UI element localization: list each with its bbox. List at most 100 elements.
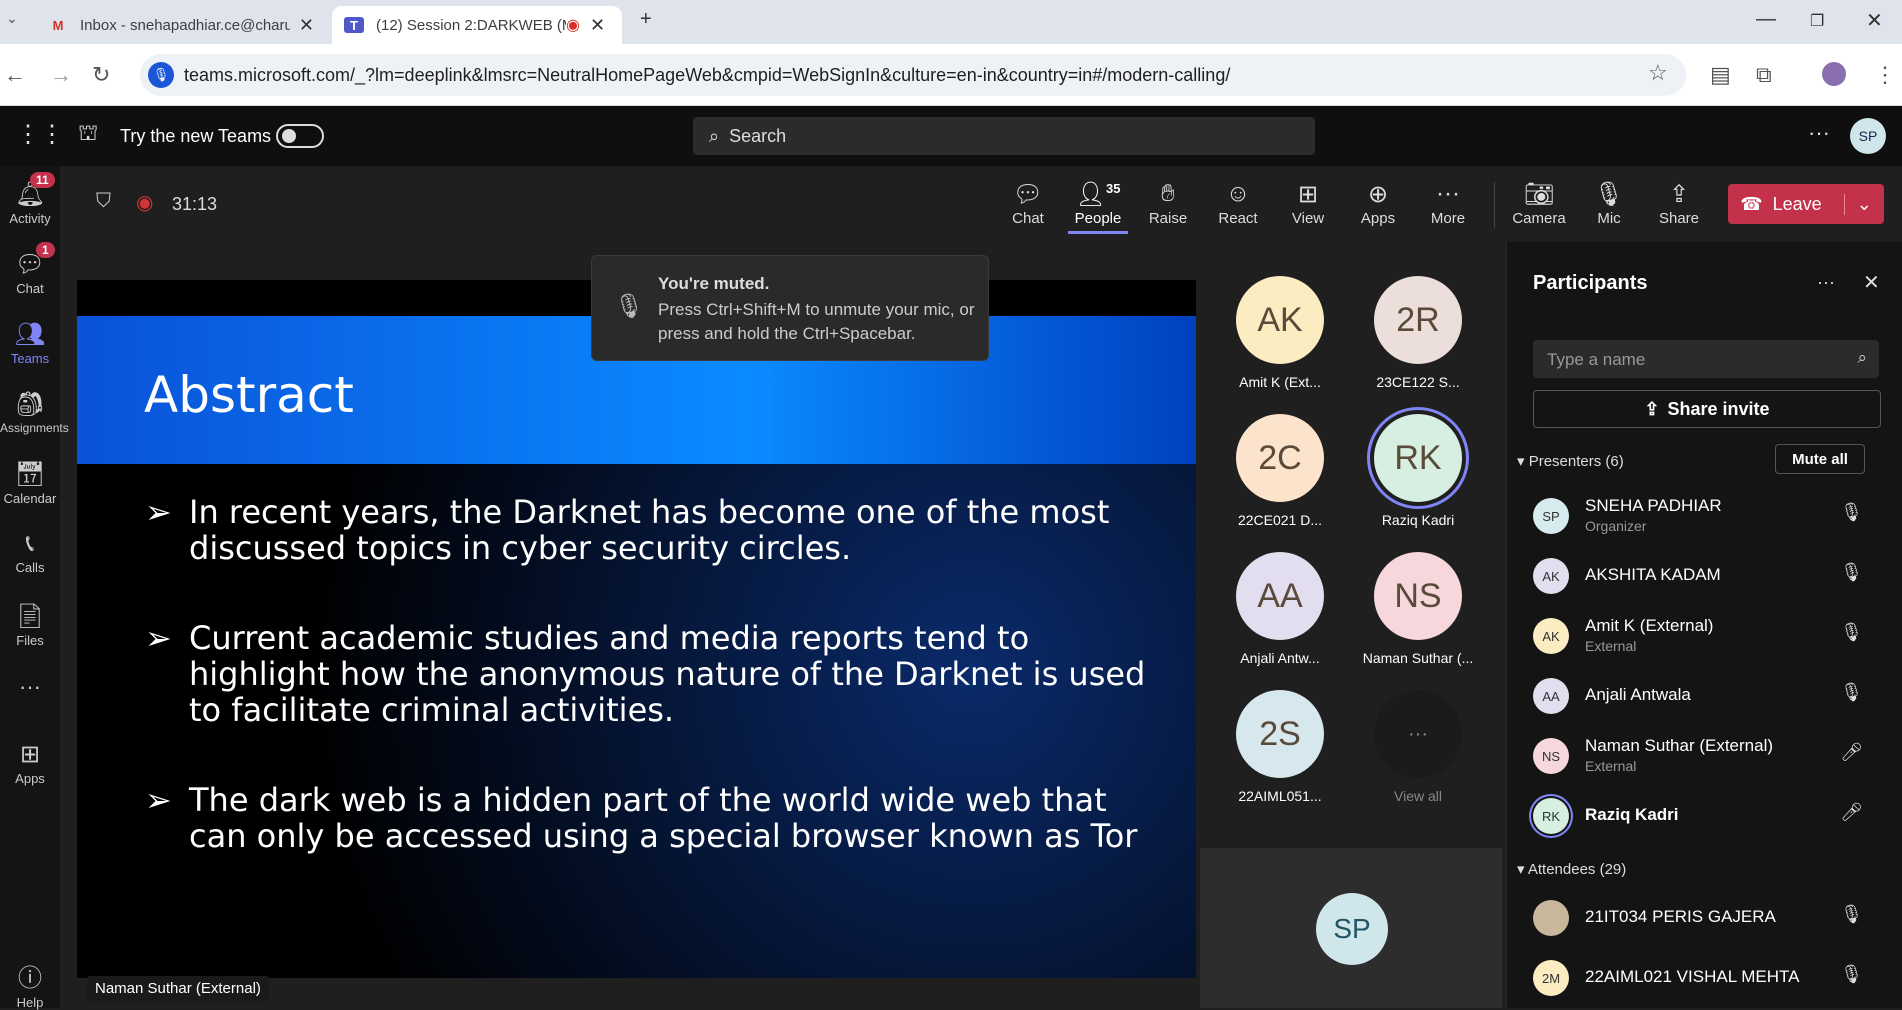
participant-name: 22AIML051...	[1238, 788, 1322, 804]
leave-button[interactable]: ☎︎ Leave ⌄	[1728, 184, 1884, 224]
more-button[interactable]: ··· More	[1418, 180, 1478, 227]
rail-item-teams[interactable]: 👥︎ Teams	[0, 320, 60, 366]
minimize-icon[interactable]: —	[1756, 8, 1776, 31]
participant-row[interactable]: RK Raziq Kadri 🎤︎	[1533, 788, 1883, 840]
avatar: 2M	[1533, 960, 1569, 996]
participant-row[interactable]: 21IT034 PERIS GAJERA 🎙︎	[1533, 890, 1883, 942]
avatar-initials: AK	[1542, 568, 1560, 584]
more-options-icon[interactable]: ···	[1817, 272, 1835, 293]
chat-button[interactable]: 💬︎ Chat	[998, 180, 1058, 227]
forward-icon[interactable]: →	[50, 62, 72, 88]
self-video-tile[interactable]: SP	[1200, 848, 1502, 1008]
url-field[interactable]: 🎙 teams.microsoft.com/_?lm=deeplink&lmsr…	[140, 54, 1686, 96]
window-close-icon[interactable]: ✕	[1866, 8, 1883, 33]
participant-tile[interactable]: AK Amit K (Ext...	[1211, 276, 1349, 390]
app-launcher-icon[interactable]: ⋮⋮	[16, 120, 64, 149]
participant-row[interactable]: AK AKSHITA KADAM 🎙︎	[1533, 548, 1883, 600]
mic-off-icon: 🎙︎	[1840, 562, 1863, 582]
participant-name: Raziq Kadri	[1585, 805, 1679, 824]
avatar: SP	[1533, 498, 1569, 534]
participant-tile[interactable]: RK Raziq Kadri	[1349, 414, 1487, 528]
browser-menu-icon[interactable]: ⋮	[1874, 62, 1896, 88]
share-button[interactable]: ⇪ Share	[1649, 180, 1709, 227]
participant-tile[interactable]: 2C 22CE021 D...	[1211, 414, 1349, 528]
avatar: RK	[1533, 798, 1569, 834]
presenters-section-header[interactable]: ▾ Presenters (6)	[1517, 452, 1624, 470]
participant-row[interactable]: AK Amit K (External) External 🎙︎	[1533, 608, 1883, 660]
raise-hand-button[interactable]: ✋︎ Raise	[1138, 180, 1198, 227]
attendees-section-header[interactable]: ▾ Attendees (29)	[1517, 860, 1626, 878]
mic-button[interactable]: 🎙︎ Mic	[1579, 180, 1639, 227]
divider	[1494, 182, 1495, 228]
slide-title: Abstract	[144, 366, 354, 424]
rail-item-help[interactable]: ⓘ Help	[0, 958, 60, 1010]
mute-all-button[interactable]: Mute all	[1775, 444, 1865, 474]
avatar: 2S	[1236, 690, 1324, 778]
rail-item-apps[interactable]: ⊞ Apps	[0, 740, 60, 786]
people-button[interactable]: 👤︎35 People	[1068, 180, 1128, 234]
camera-button[interactable]: 📷︎ Camera	[1509, 180, 1569, 227]
avatar-initials: NS	[1541, 748, 1561, 764]
tab-search-chevron-icon[interactable]: ⌄	[6, 10, 18, 27]
mic-icon: 🎤︎	[1840, 802, 1863, 822]
back-icon[interactable]: ←	[4, 62, 26, 88]
browser-tab-teams[interactable]: T (12) Session 2:DARKWEB (M ◉ ✕	[332, 6, 622, 44]
rail-item-calls[interactable]: 📞︎ Calls	[0, 530, 60, 575]
chat-icon: 💬︎	[1012, 181, 1044, 208]
button-label: Share	[1658, 210, 1700, 227]
participant-row[interactable]: SP SNEHA PADHIAR Organizer 🎙︎	[1533, 488, 1883, 540]
rail-label: Assignments	[0, 421, 69, 435]
participant-tile[interactable]: 2R 23CE122 S...	[1349, 276, 1487, 390]
file-icon: 📄︎	[14, 603, 46, 630]
browser-tab-gmail[interactable]: M Inbox - snehapadhiar.ce@charu ✕	[36, 6, 326, 44]
close-tab-icon[interactable]: ✕	[590, 15, 605, 36]
panel-title: Participants	[1533, 272, 1648, 294]
participant-row[interactable]: 2M 22AIML021 VISHAL MEHTA 🎙︎	[1533, 950, 1883, 1002]
participant-row[interactable]: AA Anjali Antwala 🎙︎	[1533, 668, 1883, 720]
url-text: teams.microsoft.com/_?lm=deeplink&lmsrc=…	[184, 64, 1231, 85]
new-tab-icon[interactable]: +	[640, 8, 652, 31]
view-all-tile[interactable]: ··· View all	[1349, 690, 1487, 804]
avatar-initials: AA	[1257, 576, 1303, 615]
participant-tile[interactable]: 2S 22AIML051...	[1211, 690, 1349, 804]
participant-tile[interactable]: NS Naman Suthar (...	[1349, 552, 1487, 666]
bookmark-star-icon[interactable]: ☆	[1648, 60, 1668, 86]
reading-mode-icon[interactable]: ▤	[1710, 62, 1731, 88]
more-apps-icon[interactable]: ···	[0, 674, 60, 700]
profile-avatar[interactable]	[1822, 62, 1846, 86]
hang-up-icon: ☎︎	[1740, 193, 1763, 214]
participant-search-input[interactable]: Type a name ⌕	[1533, 340, 1879, 378]
extensions-icon[interactable]: ⧉	[1756, 62, 1772, 88]
close-icon[interactable]: ✕	[1863, 270, 1880, 295]
participant-row[interactable]: NS Naman Suthar (External) External 🎤︎	[1533, 728, 1883, 780]
call-timer: 31:13	[172, 194, 218, 214]
arrow-bullet-icon: ➢	[145, 493, 172, 531]
react-button[interactable]: ☺ React	[1208, 180, 1268, 227]
calendar-icon: 📅︎	[14, 461, 46, 488]
mic-off-icon: 🎙︎	[1840, 502, 1863, 522]
close-tab-icon[interactable]: ✕	[299, 15, 314, 36]
new-teams-toggle[interactable]	[276, 124, 324, 148]
button-label: Camera	[1512, 210, 1566, 227]
restore-icon[interactable]: ❐	[1810, 11, 1824, 31]
rail-item-calendar[interactable]: 📅︎ Calendar	[0, 460, 60, 506]
participant-tile[interactable]: AA Anjali Antw...	[1211, 552, 1349, 666]
mic-off-icon: 🎙︎	[1840, 622, 1863, 642]
leave-label: Leave	[1772, 193, 1822, 214]
rail-item-files[interactable]: 📄︎ Files	[0, 602, 60, 648]
grid-icon: ⊞	[1297, 181, 1319, 208]
view-button[interactable]: ⊞ View	[1278, 180, 1338, 227]
apps-button[interactable]: ⊕ Apps	[1348, 180, 1408, 227]
avatar-initials: AA	[1542, 688, 1560, 704]
chevron-down-icon[interactable]: ⌄	[1843, 193, 1872, 215]
rail-item-assignments[interactable]: 🎒︎ Assignments	[0, 390, 69, 435]
search-box[interactable]: ⌕ Search	[693, 117, 1315, 155]
participant-name: AKSHITA KADAM	[1585, 565, 1721, 584]
hand-icon: ✋︎	[1161, 180, 1175, 207]
share-invite-button[interactable]: ⇪ Share invite	[1533, 390, 1881, 428]
avatar-initials: 2C	[1258, 438, 1302, 477]
reload-icon[interactable]: ↻	[92, 62, 110, 88]
muted-notification: 🎙︎ You're muted. Press Ctrl+Shift+M to u…	[591, 255, 989, 361]
user-avatar[interactable]: SP	[1850, 118, 1886, 154]
more-options-icon[interactable]: ···	[1808, 120, 1830, 146]
